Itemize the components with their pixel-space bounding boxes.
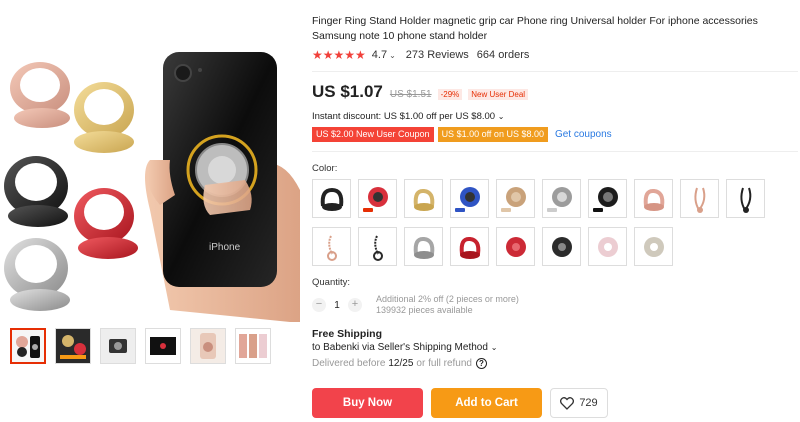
divider — [312, 71, 798, 72]
swatch-silver-ring[interactable] — [404, 227, 443, 266]
chevron-down-icon: ⌄ — [497, 112, 505, 121]
swatch-color-tag — [455, 208, 465, 212]
thumbnail-4[interactable] — [145, 328, 181, 364]
quantity-stepper: − 1 + Additional 2% off (2 pieces or mor… — [312, 294, 519, 316]
quantity-note: Additional 2% off (2 pieces or more) 139… — [376, 294, 519, 316]
star-rating-icon: ★★★★★ — [312, 48, 366, 62]
current-price: US $1.07 — [312, 82, 383, 101]
quantity-value[interactable]: 1 — [326, 300, 348, 311]
shipping-method-text: to Babenki via Seller's Shipping Method — [312, 342, 488, 353]
swatch-champagne-disc[interactable] — [496, 179, 535, 218]
product-gallery: iPhone — [0, 0, 300, 422]
swatch-red-ring[interactable] — [450, 227, 489, 266]
swatch-silver-disc[interactable] — [542, 179, 581, 218]
delivery-date: 12/25 — [388, 358, 414, 369]
delivered-suffix: or full refund — [416, 358, 472, 369]
price-row: US $1.07 US $1.51 -29% New User Deal — [312, 82, 529, 102]
swatch-rose-ring[interactable] — [634, 179, 673, 218]
add-to-cart-button[interactable]: Add to Cart — [431, 388, 542, 418]
swatch-color-tag — [501, 208, 511, 212]
rating-summary: ★★★★★ 4.7 ⌄ 273 Reviews 664 orders — [312, 48, 529, 62]
stock-available: 139932 pieces available — [376, 305, 473, 315]
thumbnail-6[interactable] — [235, 328, 271, 364]
swatch-gold-round[interactable] — [634, 227, 673, 266]
phone-brand-label: iPhone — [209, 242, 241, 253]
swatch-color-tag — [593, 208, 603, 212]
swatch-gold-ring[interactable] — [404, 179, 443, 218]
action-buttons: Buy Now Add to Cart 729 — [312, 388, 608, 418]
thumbnail-3[interactable] — [100, 328, 136, 364]
delivery-estimate: Delivered before 12/25 or full refund ? — [312, 358, 487, 369]
product-photo: iPhone — [4, 52, 300, 322]
coupon-row: US $2.00 New User Coupon US $1.00 off on… — [312, 127, 612, 142]
main-product-image[interactable]: iPhone — [0, 10, 300, 322]
chevron-down-icon: ⌄ — [490, 343, 498, 352]
swatch-black-round[interactable] — [542, 227, 581, 266]
instant-discount[interactable]: Instant discount: US $1.00 off per US $8… — [312, 111, 504, 122]
product-title: Finger Ring Stand Holder magnetic grip c… — [312, 15, 758, 42]
wishlist-button[interactable]: 729 — [550, 388, 608, 418]
get-coupons-link[interactable]: Get coupons — [555, 129, 612, 140]
new-user-coupon[interactable]: US $2.00 New User Coupon — [312, 127, 434, 142]
swatch-black-chain[interactable] — [358, 227, 397, 266]
swatch-red-disc[interactable] — [358, 179, 397, 218]
orders-count: 664 orders — [476, 49, 530, 61]
heart-icon — [560, 396, 575, 410]
quantity-label: Quantity: — [312, 277, 351, 288]
discount-badge: -29% — [437, 89, 463, 100]
delivered-prefix: Delivered before — [312, 358, 386, 369]
new-user-deal-badge: New User Deal — [468, 89, 529, 100]
swatch-black-disc[interactable] — [588, 179, 627, 218]
swatch-color-tag — [363, 208, 373, 212]
instant-discount-text: Instant discount: US $1.00 off per US $8… — [312, 111, 496, 122]
color-swatches — [312, 179, 792, 266]
swatch-black-lanyard[interactable] — [726, 179, 765, 218]
shipping-title: Free Shipping — [312, 328, 383, 340]
original-price: US $1.51 — [389, 89, 432, 100]
swatch-red-round[interactable] — [496, 227, 535, 266]
thumbnail-5[interactable] — [190, 328, 226, 364]
thumbnail-strip — [10, 328, 271, 364]
swatch-rose-chain[interactable] — [312, 227, 351, 266]
wishlist-count: 729 — [579, 397, 598, 409]
thumbnail-1[interactable] — [10, 328, 46, 364]
swatch-rose-lanyard[interactable] — [680, 179, 719, 218]
color-label: Color: — [312, 163, 338, 174]
quantity-minus-button[interactable]: − — [312, 298, 326, 312]
rating-score[interactable]: 4.7 — [372, 49, 387, 61]
swatch-color-tag — [547, 208, 557, 212]
swatch-pink-round[interactable] — [588, 227, 627, 266]
reviews-count[interactable]: 273 Reviews — [406, 49, 469, 61]
quantity-plus-button[interactable]: + — [348, 298, 362, 312]
thumbnail-2[interactable] — [55, 328, 91, 364]
divider — [312, 151, 798, 152]
shipping-method[interactable]: to Babenki via Seller's Shipping Method … — [312, 342, 497, 353]
bulk-discount-note: Additional 2% off (2 pieces or more) — [376, 294, 519, 304]
buy-now-button[interactable]: Buy Now — [312, 388, 423, 418]
swatch-black-ring[interactable] — [312, 179, 351, 218]
swatch-blue-disc[interactable] — [450, 179, 489, 218]
help-icon[interactable]: ? — [476, 358, 487, 369]
chevron-down-icon[interactable]: ⌄ — [389, 51, 396, 60]
store-coupon[interactable]: US $1.00 off on US $8.00 — [437, 127, 548, 142]
